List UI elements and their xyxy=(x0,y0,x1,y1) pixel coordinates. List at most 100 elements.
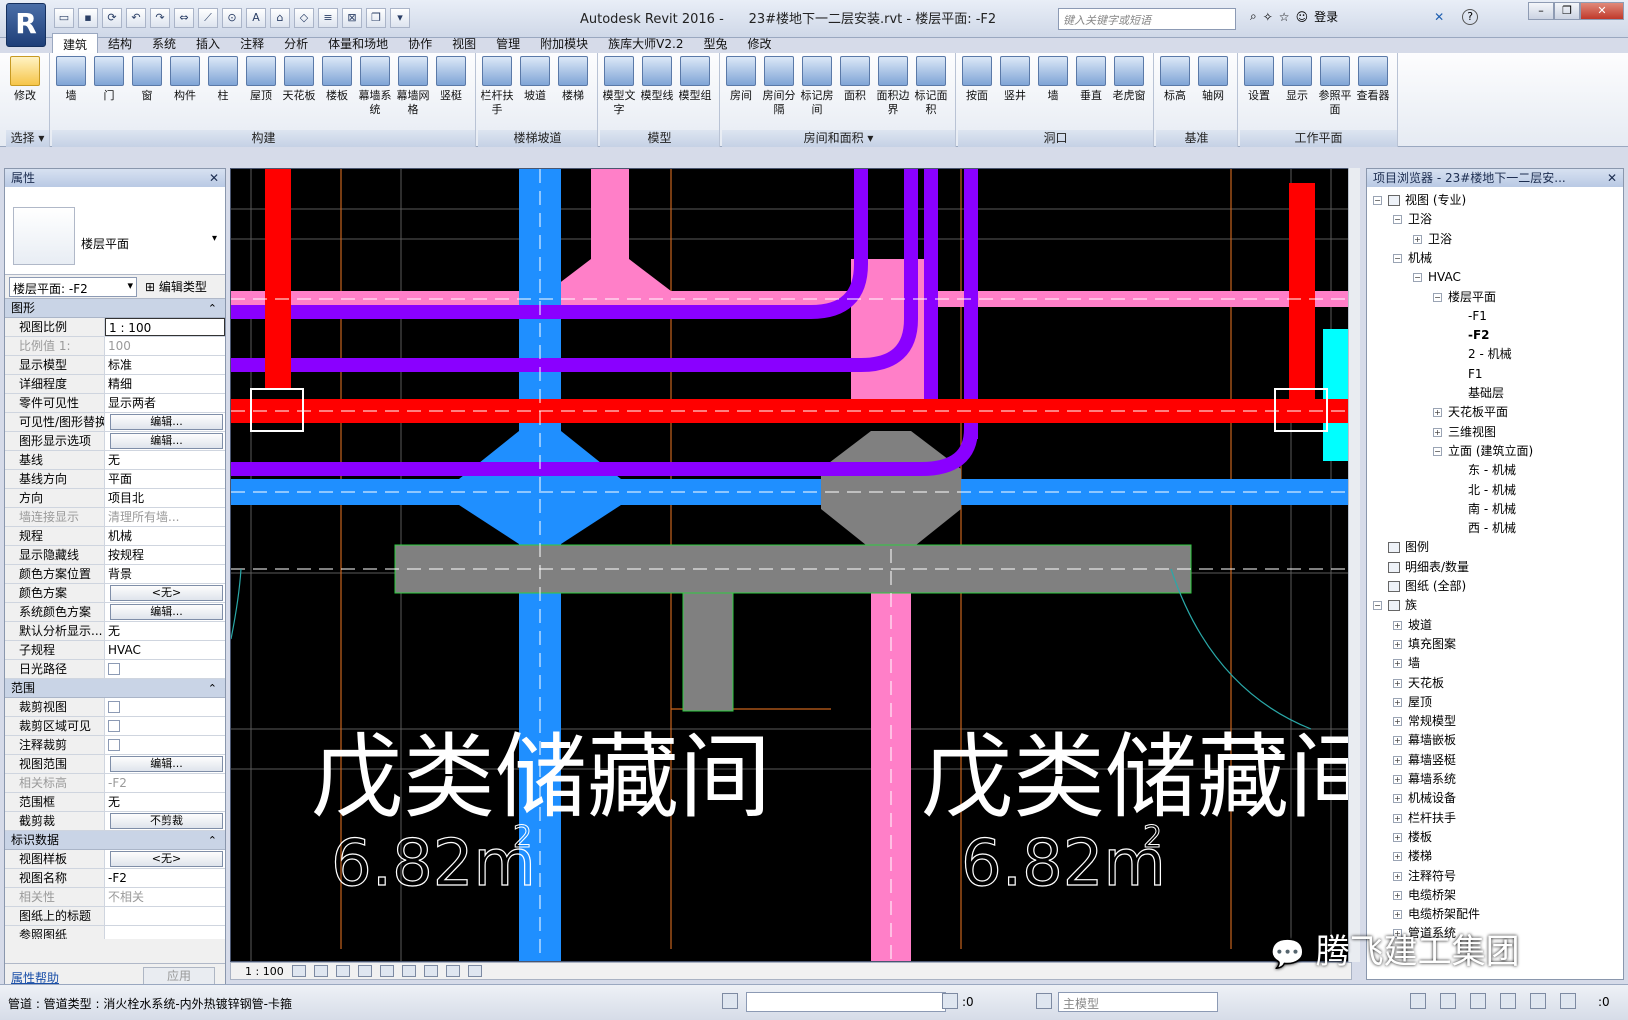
property-value[interactable] xyxy=(105,717,225,735)
ribbon-button[interactable]: 墙 xyxy=(1034,53,1072,129)
tab-8[interactable]: 视图 xyxy=(442,33,486,53)
property-value[interactable]: 无 xyxy=(105,451,225,469)
browser-node[interactable]: + 电缆桥架配件 xyxy=(1393,905,1480,924)
undo-icon[interactable]: ↶ xyxy=(126,8,146,28)
browser-node[interactable]: + 注释符号 xyxy=(1393,867,1456,886)
browser-node[interactable]: 东 - 机械 xyxy=(1453,461,1516,480)
collapse-icon[interactable]: ⌃ xyxy=(208,679,217,698)
temp-hide-icon[interactable] xyxy=(445,965,460,977)
property-value[interactable] xyxy=(105,660,225,678)
select-underlay-icon[interactable] xyxy=(1440,993,1456,1009)
browser-node[interactable]: + 屋顶 xyxy=(1393,693,1432,712)
filter-icon[interactable] xyxy=(1560,993,1576,1009)
browser-node[interactable]: + 卫浴 xyxy=(1413,230,1452,249)
room-area-label[interactable]: 6.82m xyxy=(960,826,1166,901)
tab-5[interactable]: 分析 xyxy=(274,33,318,53)
tab-6[interactable]: 体量和场地 xyxy=(318,33,398,53)
browser-node[interactable]: + 幕墙系统 xyxy=(1393,770,1456,789)
expand-icon[interactable]: + xyxy=(1393,697,1402,707)
collapse-icon[interactable]: − xyxy=(1373,196,1382,205)
property-value[interactable]: 机械 xyxy=(105,527,225,545)
collapse-icon[interactable]: − xyxy=(1413,273,1422,283)
close-hidden-icon[interactable]: ⊠ xyxy=(342,8,362,28)
property-value[interactable]: 平面 xyxy=(105,470,225,488)
select-links-icon[interactable] xyxy=(1410,993,1426,1009)
browser-node[interactable]: + 电缆桥架 xyxy=(1393,886,1456,905)
property-edit-button[interactable]: <无> xyxy=(110,851,223,867)
ribbon-button[interactable]: 标记面积 xyxy=(912,53,950,129)
property-value[interactable]: HVAC xyxy=(105,641,225,659)
browser-node[interactable]: + 栏杆扶手 xyxy=(1393,809,1456,828)
ribbon-button[interactable]: 坡道 xyxy=(516,53,554,129)
switch-windows-icon[interactable]: ❐ xyxy=(366,8,386,28)
design-options-icon[interactable] xyxy=(1036,993,1052,1009)
ribbon-button[interactable]: 参照平面 xyxy=(1316,53,1354,129)
property-value[interactable]: 精细 xyxy=(105,375,225,393)
ribbon-button[interactable]: 幕墙网格 xyxy=(394,53,432,129)
sun-path-icon[interactable] xyxy=(335,965,350,977)
browser-node[interactable]: + 机械设备 xyxy=(1393,789,1456,808)
crop-view-icon[interactable] xyxy=(379,965,394,977)
property-value[interactable]: -F2 xyxy=(105,869,225,887)
show-crop-icon[interactable] xyxy=(401,965,416,977)
ribbon-button[interactable]: 楼梯 xyxy=(554,53,592,129)
select-by-face-icon[interactable] xyxy=(1500,993,1516,1009)
browser-node[interactable]: − 族 xyxy=(1373,596,1417,615)
ribbon-button[interactable]: 模型文字 xyxy=(600,53,638,129)
collapse-icon[interactable]: ⌃ xyxy=(208,299,217,318)
ribbon-button[interactable]: 屋顶 xyxy=(242,53,280,129)
visual-style-icon[interactable] xyxy=(313,965,328,977)
expand-icon[interactable]: + xyxy=(1433,427,1442,437)
room-name-label[interactable]: 戊类储藏间 xyxy=(921,724,1352,831)
ribbon-button[interactable]: 轴网 xyxy=(1194,53,1232,129)
expand-icon[interactable]: + xyxy=(1393,910,1402,920)
red-riser-right[interactable] xyxy=(1289,183,1315,403)
browser-node[interactable]: 基础层 xyxy=(1453,384,1504,403)
ribbon-button[interactable]: 门 xyxy=(90,53,128,129)
property-edit-button[interactable]: 不剪裁 xyxy=(110,813,223,829)
property-value[interactable]: 背景 xyxy=(105,565,225,583)
tab-4[interactable]: 注释 xyxy=(230,33,274,53)
pink-duct-riser[interactable] xyxy=(591,169,629,259)
user-icon[interactable]: ☺ xyxy=(1296,10,1309,24)
browser-node[interactable]: 西 - 机械 xyxy=(1453,519,1516,538)
sync-icon[interactable]: ⟳ xyxy=(102,8,122,28)
browser-node[interactable]: + 坡道 xyxy=(1393,616,1432,635)
property-value[interactable]: 编辑... xyxy=(105,432,225,450)
property-checkbox[interactable] xyxy=(108,701,120,713)
drag-elements-icon[interactable] xyxy=(1530,993,1546,1009)
browser-node[interactable]: + 三维视图 xyxy=(1433,423,1496,442)
application-menu-button[interactable]: R xyxy=(6,3,46,47)
ribbon-panel-label[interactable]: 房间和面积 ▾ xyxy=(722,130,955,147)
expand-icon[interactable]: + xyxy=(1433,408,1442,418)
property-edit-button[interactable]: 编辑... xyxy=(110,414,223,430)
dimension-icon[interactable]: ⟋ xyxy=(198,8,218,28)
ribbon-panel-label[interactable]: 基准 xyxy=(1156,130,1237,147)
shadows-icon[interactable] xyxy=(357,965,372,977)
ribbon-button[interactable]: 查看器 xyxy=(1354,53,1392,129)
browser-node[interactable]: 明细表/数量 xyxy=(1373,558,1469,577)
property-checkbox[interactable] xyxy=(108,739,120,751)
collapse-icon[interactable]: − xyxy=(1393,253,1402,263)
ribbon-button[interactable]: 柱 xyxy=(204,53,242,129)
expand-icon[interactable]: + xyxy=(1393,639,1402,649)
search-input[interactable]: 键入关键字或短语 xyxy=(1058,8,1236,30)
property-group[interactable]: 范围 ⌃ xyxy=(5,679,225,698)
customize-qat-icon[interactable]: ▾ xyxy=(390,8,410,28)
property-value[interactable] xyxy=(105,926,225,939)
property-value[interactable]: 无 xyxy=(105,622,225,640)
expand-icon[interactable]: + xyxy=(1393,678,1402,688)
view-scale[interactable]: 1 : 100 xyxy=(245,965,284,978)
ribbon-button[interactable]: 模型线 xyxy=(638,53,676,129)
browser-node[interactable]: F1 xyxy=(1453,365,1483,384)
ribbon-button[interactable]: 标高 xyxy=(1156,53,1194,129)
browser-node[interactable]: − HVAC xyxy=(1413,268,1461,287)
ribbon-button[interactable]: 墙 xyxy=(52,53,90,129)
browser-node[interactable]: + 天花板平面 xyxy=(1433,403,1508,422)
browser-node[interactable]: 图纸 (全部) xyxy=(1373,577,1466,596)
expand-icon[interactable]: + xyxy=(1393,775,1402,784)
tab-0[interactable]: 建筑 xyxy=(52,33,99,53)
property-checkbox[interactable] xyxy=(108,663,120,675)
browser-node[interactable]: 南 - 机械 xyxy=(1453,500,1516,519)
room-area-label[interactable]: 6.82m xyxy=(330,826,536,901)
